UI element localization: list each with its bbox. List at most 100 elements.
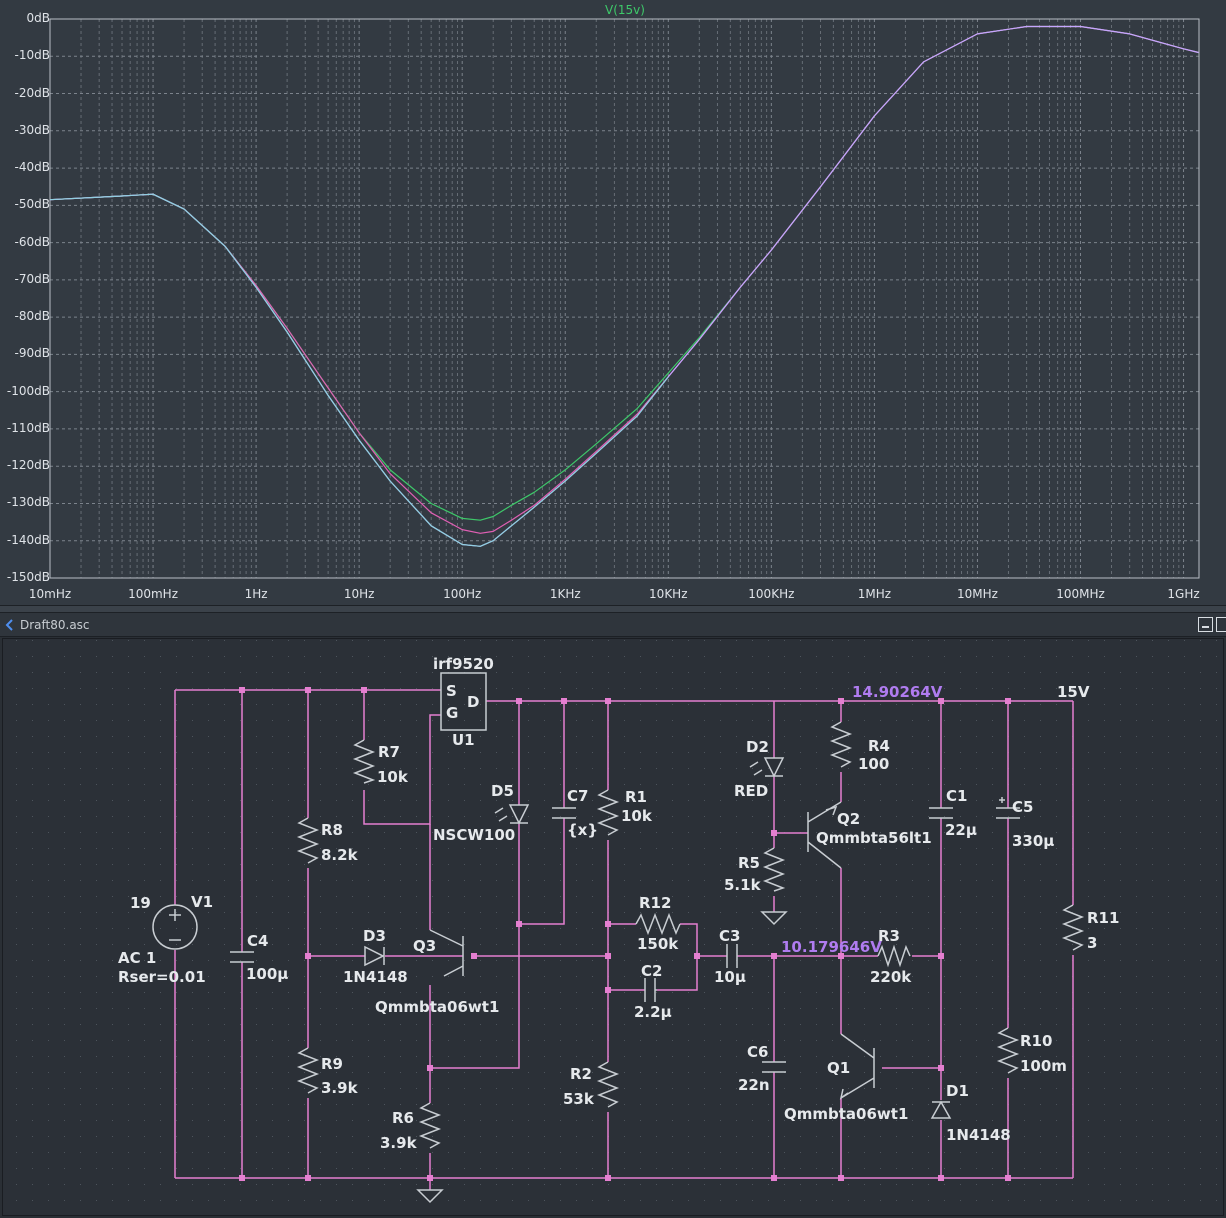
bode-plot[interactable] xyxy=(0,0,1226,605)
c5-value-label: 330µ xyxy=(1012,832,1055,850)
y-tick-label: -60dB xyxy=(14,234,50,249)
y-tick-label: -80dB xyxy=(14,309,50,324)
u1-pin-d: D xyxy=(467,693,480,711)
x-tick-label: 100Hz xyxy=(443,587,482,601)
r8-value-label: 8.2k xyxy=(321,846,358,864)
c7-value-label: {x} xyxy=(567,821,599,839)
x-tick-label: 10mHz xyxy=(28,587,72,601)
x-tick-label: 10Hz xyxy=(343,587,375,601)
d2-value-label: RED xyxy=(734,782,769,800)
r8-ref-label: R8 xyxy=(321,821,343,839)
c7-ref-label: C7 xyxy=(567,787,589,805)
y-tick-label: -140dB xyxy=(6,532,50,547)
c1-ref-label: C1 xyxy=(946,787,968,805)
r1-ref-label: R1 xyxy=(625,788,647,806)
c5-ref-label: C5 xyxy=(1012,798,1034,816)
r6-ref-label: R6 xyxy=(392,1109,414,1127)
plot-grid xyxy=(50,19,1199,578)
r1-value-label: 10k xyxy=(621,807,652,825)
x-tick-label: 100mHz xyxy=(128,587,179,601)
r9-ref-label: R9 xyxy=(321,1055,343,1073)
r10-ref-label: R10 xyxy=(1020,1032,1053,1050)
x-tick-label: 100MHz xyxy=(1056,587,1105,601)
r3-ref-label: R3 xyxy=(878,927,900,945)
x-tick-label: 1KHz xyxy=(549,587,581,601)
q3-ref-label: Q3 xyxy=(413,937,437,955)
y-tick-label: -70dB xyxy=(14,271,50,286)
r9-value-label: 3.9k xyxy=(321,1079,358,1097)
d1-ref-label: D1 xyxy=(946,1082,969,1100)
restore-icon[interactable] xyxy=(1216,617,1226,632)
y-tick-label: -40dB xyxy=(14,160,50,175)
schematic-titlebar[interactable]: Draft80.asc xyxy=(0,613,1226,637)
r7-ref-label: R7 xyxy=(378,743,400,761)
node-voltage-top[interactable]: 14.90264V xyxy=(852,683,942,701)
q1-ref-label: Q1 xyxy=(827,1059,851,1077)
r5-value-label: 5.1k xyxy=(724,876,761,894)
d1-value-label: 1N4148 xyxy=(946,1126,1011,1144)
c4-value-label: 100µ xyxy=(246,965,289,983)
schematic-grid xyxy=(2,639,1224,1216)
x-tick-label: 100KHz xyxy=(748,587,795,601)
y-tick-label: 0dB xyxy=(26,11,50,25)
net-label-15v[interactable]: 15V xyxy=(1057,683,1089,701)
r4-ref-label: R4 xyxy=(868,737,890,755)
r4-value-label: 100 xyxy=(858,755,890,773)
v1-ac-label: AC 1 xyxy=(118,949,157,967)
y-tick-label: -130dB xyxy=(6,495,50,510)
c1-value-label: 22µ xyxy=(945,821,977,839)
r12-value-label: 150k xyxy=(637,935,679,953)
u1-pin-s: S xyxy=(446,682,457,700)
y-tick-label: -110dB xyxy=(6,420,50,435)
r10-value-label: 100m xyxy=(1020,1057,1067,1075)
c2-ref-label: C2 xyxy=(641,962,663,980)
c3-ref-label: C3 xyxy=(719,927,741,945)
r7-value-label: 10k xyxy=(377,768,408,786)
y-tick-label: -150dB xyxy=(6,570,50,584)
x-tick-label: 1Hz xyxy=(244,587,268,601)
v1-dc-label: 19 xyxy=(130,894,151,912)
u1-ref-label: U1 xyxy=(452,731,475,749)
d2-ref-label: D2 xyxy=(746,738,769,756)
c4-ref-label: C4 xyxy=(247,932,269,950)
y-tick-label: -50dB xyxy=(14,197,50,212)
y-tick-label: -20dB xyxy=(14,85,50,100)
r11-ref-label: R11 xyxy=(1087,909,1120,927)
d5-ref-label: D5 xyxy=(491,782,514,800)
y-tick-label: -120dB xyxy=(6,458,50,473)
schematic-app-icon xyxy=(5,619,13,631)
y-tick-label: -100dB xyxy=(6,383,50,398)
r5-ref-label: R5 xyxy=(738,854,760,872)
trace-label[interactable]: V(15v) xyxy=(605,3,645,17)
q2-value-label: Qmmbta56lt1 xyxy=(816,829,932,847)
r2-ref-label: R2 xyxy=(570,1065,592,1083)
c3-value-label: 10µ xyxy=(714,968,746,986)
q2-ref-label: Q2 xyxy=(837,810,861,828)
v1-rser-label: Rser=0.01 xyxy=(118,968,206,986)
r12-ref-label: R12 xyxy=(639,894,672,912)
c6-ref-label: C6 xyxy=(747,1043,769,1061)
x-tick-label: 10KHz xyxy=(649,587,688,601)
y-tick-label: -90dB xyxy=(14,346,50,361)
y-tick-label: -30dB xyxy=(14,122,50,137)
u1-model-label: irf9520 xyxy=(433,655,494,673)
r2-value-label: 53k xyxy=(563,1090,594,1108)
q1-value-label: Qmmbta06wt1 xyxy=(784,1105,909,1123)
d3-ref-label: D3 xyxy=(363,927,386,945)
q3-value-label: Qmmbta06wt1 xyxy=(375,998,500,1016)
minimize-icon[interactable] xyxy=(1198,617,1213,632)
d5-value-label: NSCW100 xyxy=(433,826,516,844)
pane-splitter[interactable] xyxy=(0,605,1226,613)
c2-value-label: 2.2µ xyxy=(634,1003,672,1021)
u1-pin-g: G xyxy=(446,704,459,722)
schematic-window-title: Draft80.asc xyxy=(20,618,90,632)
y-tick-label: -10dB xyxy=(14,48,50,63)
x-tick-label: 1MHz xyxy=(857,587,892,601)
c6-value-label: 22n xyxy=(738,1076,770,1094)
node-voltage-mid[interactable]: 10.179646V xyxy=(781,938,882,956)
v1-ref-label: V1 xyxy=(191,893,214,911)
r3-value-label: 220k xyxy=(870,968,912,986)
x-tick-label: 1GHz xyxy=(1167,587,1200,601)
schematic-drawing[interactable] xyxy=(0,638,1226,1218)
r11-value-label: 3 xyxy=(1087,934,1098,952)
